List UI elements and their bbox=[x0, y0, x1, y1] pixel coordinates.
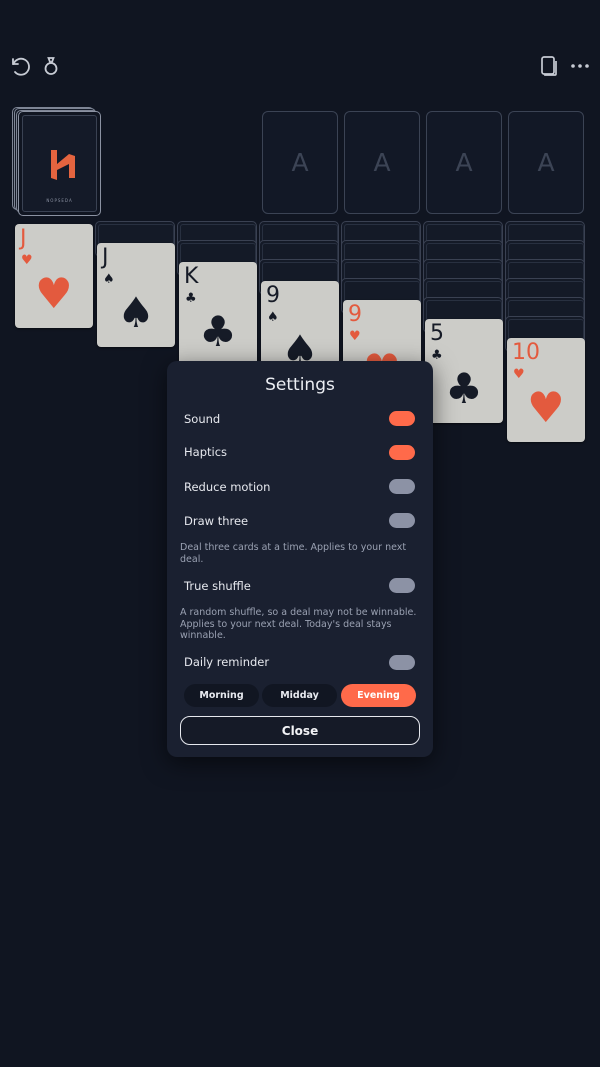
true-shuffle-label: True shuffle bbox=[184, 579, 251, 593]
undo-icon[interactable] bbox=[8, 54, 32, 78]
close-button[interactable]: Close bbox=[180, 716, 420, 745]
card-suit-small: ♥ bbox=[513, 367, 525, 382]
card-suit-large: ♣ bbox=[445, 364, 483, 413]
tableau-card[interactable]: K ♣ ♣ bbox=[179, 262, 257, 366]
draw-three-toggle[interactable] bbox=[389, 513, 415, 528]
sound-toggle[interactable] bbox=[389, 411, 415, 426]
card-rank: K bbox=[184, 264, 199, 289]
cards-icon[interactable] bbox=[536, 54, 560, 78]
foundation-label: A bbox=[455, 148, 473, 177]
draw-three-label: Draw three bbox=[184, 514, 249, 528]
card-suit-small: ♣ bbox=[431, 348, 443, 363]
card-suit-large: ♠ bbox=[117, 288, 155, 337]
card-rank: J bbox=[20, 226, 27, 251]
settings-dialog: Settings Sound Haptics Reduce motion Dra… bbox=[167, 361, 433, 757]
stock-pile[interactable]: NOPSEDA bbox=[18, 111, 101, 216]
card-rank: 10 bbox=[512, 340, 540, 365]
sound-label: Sound bbox=[184, 412, 221, 426]
reduce-motion-label: Reduce motion bbox=[184, 480, 271, 494]
true-shuffle-toggle[interactable] bbox=[389, 578, 415, 593]
card-suit-small: ♣ bbox=[185, 291, 197, 306]
foundation-slot[interactable]: A bbox=[262, 111, 338, 214]
tableau-card[interactable]: 5 ♣ ♣ bbox=[425, 319, 503, 423]
tableau-card[interactable]: J ♠ ♠ bbox=[97, 243, 175, 347]
reminder-evening-option[interactable]: Evening bbox=[341, 684, 416, 707]
draw-three-description: Deal three cards at a time. Applies to y… bbox=[180, 542, 407, 565]
brand-logo-icon bbox=[51, 150, 75, 180]
daily-reminder-label: Daily reminder bbox=[184, 655, 270, 669]
card-suit-small: ♠ bbox=[103, 272, 115, 287]
more-icon[interactable] bbox=[568, 54, 592, 78]
foundation-slot[interactable]: A bbox=[344, 111, 420, 214]
settings-title: Settings bbox=[265, 375, 335, 395]
reminder-midday-option[interactable]: Midday bbox=[262, 684, 337, 707]
card-suit-large: ♥ bbox=[35, 269, 73, 318]
tableau-card[interactable]: 10 ♥ ♥ bbox=[507, 338, 585, 442]
card-rank: 9 bbox=[266, 283, 280, 308]
brand-text: NOPSEDA bbox=[46, 198, 73, 203]
tableau-card[interactable]: J ♥ ♥ bbox=[15, 224, 93, 328]
card-rank: 5 bbox=[430, 321, 444, 346]
card-suit-small: ♥ bbox=[349, 329, 361, 344]
daily-reminder-toggle[interactable] bbox=[389, 655, 415, 670]
haptics-toggle[interactable] bbox=[389, 445, 415, 460]
hint-icon[interactable] bbox=[39, 54, 63, 78]
foundation-slot[interactable]: A bbox=[426, 111, 502, 214]
card-suit-large: ♥ bbox=[527, 383, 565, 432]
card-rank: J bbox=[102, 245, 109, 270]
foundation-label: A bbox=[373, 148, 391, 177]
true-shuffle-description: A random shuffle, so a deal may not be w… bbox=[180, 607, 417, 641]
card-rank: 9 bbox=[348, 302, 362, 327]
card-suit-large: ♣ bbox=[199, 307, 237, 356]
card-suit-small: ♥ bbox=[21, 253, 33, 268]
card-suit-small: ♠ bbox=[267, 310, 279, 325]
haptics-label: Haptics bbox=[184, 445, 228, 459]
foundation-label: A bbox=[291, 148, 309, 177]
foundation-slot[interactable]: A bbox=[508, 111, 584, 214]
reduce-motion-toggle[interactable] bbox=[389, 479, 415, 494]
foundation-label: A bbox=[537, 148, 555, 177]
reminder-morning-option[interactable]: Morning bbox=[184, 684, 259, 707]
